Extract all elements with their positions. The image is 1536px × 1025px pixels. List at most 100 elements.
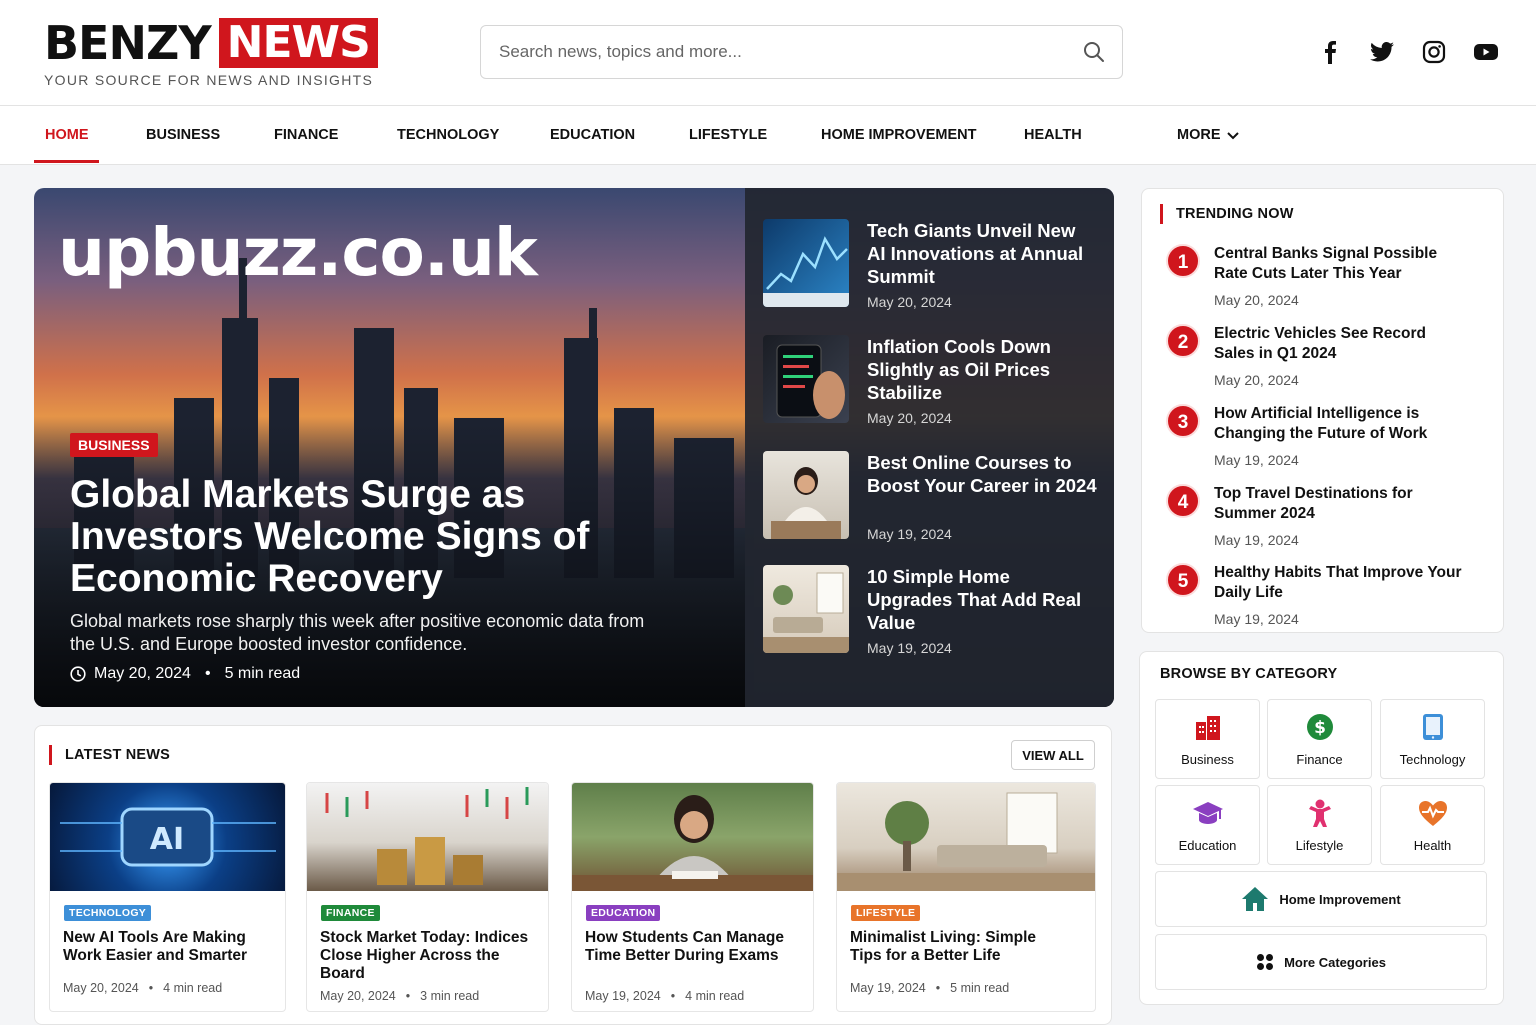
latest-news-title: LATEST NEWS: [65, 747, 171, 763]
stock-chart-image: [763, 236, 849, 307]
trending-item[interactable]: 3 How Artificial Intelligence is Changin…: [1166, 404, 1486, 478]
category-tile-health[interactable]: Health: [1380, 785, 1485, 865]
hero-meta: May 20, 2024 • 5 min read: [70, 665, 300, 683]
side-story-date: May 20, 2024: [867, 294, 952, 310]
trending-item[interactable]: 4 Top Travel Destinations for Summer 202…: [1166, 484, 1486, 558]
person-icon: [1268, 798, 1371, 828]
side-story-date: May 19, 2024: [867, 640, 952, 656]
category-tile-technology[interactable]: Technology: [1380, 699, 1485, 779]
twitter-icon[interactable]: [1368, 34, 1396, 70]
news-card[interactable]: AI TECHNOLOGY New AI Tools Are Making Wo…: [49, 782, 286, 1012]
news-card-tag[interactable]: EDUCATION: [586, 905, 661, 921]
news-card-tag[interactable]: LIFESTYLE: [851, 905, 921, 921]
nav-item-lifestyle[interactable]: LIFESTYLE: [689, 106, 767, 165]
news-card-read-time: 4 min read: [163, 981, 223, 995]
hero-side-list: Tech Giants Unveil New AI Innovations at…: [745, 188, 1114, 707]
trending-item[interactable]: 2 Electric Vehicles See Record Sales in …: [1166, 324, 1486, 398]
trending-rank: 1: [1166, 244, 1200, 278]
coins-chart-image: [325, 787, 529, 885]
side-story-thumbnail: [763, 565, 849, 653]
search-icon[interactable]: [1066, 26, 1122, 78]
news-card-meta: May 19, 2024 • 5 min read: [850, 981, 1009, 995]
more-categories-label: More Categories: [1284, 954, 1386, 970]
side-story[interactable]: 10 Simple Home Upgrades That Add Real Va…: [763, 565, 1103, 661]
nav-item-home-improvement[interactable]: HOME IMPROVEMENT: [821, 106, 976, 165]
search-input[interactable]: [481, 26, 1066, 78]
logo-text-dark: BENZY: [44, 16, 212, 70]
instagram-icon[interactable]: [1420, 34, 1448, 70]
trending-item-title: Top Travel Destinations for Summer 2024: [1214, 485, 1413, 522]
nav-item-finance[interactable]: FINANCE: [274, 106, 338, 165]
hero-headline[interactable]: Global Markets Surge as Investors Welcom…: [70, 474, 630, 600]
trending-item-title: Central Banks Signal Possible Rate Cuts …: [1214, 245, 1438, 282]
category-label: Home Improvement: [1279, 891, 1401, 907]
nav-item-health[interactable]: HEALTH: [1024, 106, 1082, 165]
featured-hero[interactable]: upbuzz.co.uk BUSINESS Global Markets Sur…: [34, 188, 1114, 707]
trending-item[interactable]: 5 Healthy Habits That Improve Your Daily…: [1166, 563, 1486, 637]
student-studying-image: [771, 467, 841, 539]
news-card-meta: May 20, 2024 • 3 min read: [320, 989, 479, 1003]
news-card-date: May 19, 2024: [850, 981, 926, 995]
trending-heading: TRENDING NOW: [1160, 204, 1294, 224]
news-card[interactable]: FINANCE Stock Market Today: Indices Clos…: [306, 782, 549, 1012]
facebook-icon[interactable]: [1316, 34, 1344, 70]
latest-news-heading: LATEST NEWS: [49, 745, 170, 765]
side-story[interactable]: Inflation Cools Down Slightly as Oil Pri…: [763, 335, 1103, 431]
trending-title: TRENDING NOW: [1176, 206, 1294, 222]
trending-item-title: How Artificial Intelligence is Changing …: [1214, 405, 1428, 442]
category-tile-lifestyle[interactable]: Lifestyle: [1267, 785, 1372, 865]
meta-separator: •: [670, 989, 676, 1003]
category-tile-finance[interactable]: $ Finance: [1267, 699, 1372, 779]
side-story-title: Inflation Cools Down Slightly as Oil Pri…: [867, 336, 1051, 403]
news-card-image: AI: [50, 783, 285, 891]
phone-trading-image: [776, 344, 845, 419]
news-card-date: May 20, 2024: [320, 989, 396, 1003]
side-story-title: 10 Simple Home Upgrades That Add Real Va…: [867, 566, 1082, 633]
news-card-title: Minimalist Living: Simple Tips for a Bet…: [850, 929, 1037, 964]
trending-rank: 3: [1166, 404, 1200, 438]
trending-item-title: Healthy Habits That Improve Your Daily L…: [1214, 564, 1462, 601]
student-exam-image: [572, 795, 813, 891]
house-icon: [1242, 887, 1269, 911]
hero-category-badge[interactable]: BUSINESS: [70, 433, 158, 457]
category-tile-education[interactable]: Education: [1155, 785, 1260, 865]
news-card[interactable]: EDUCATION How Students Can Manage Time B…: [571, 782, 814, 1012]
side-story[interactable]: Best Online Courses to Boost Your Career…: [763, 451, 1103, 547]
hero-read-time: 5 min read: [224, 665, 301, 682]
side-story[interactable]: Tech Giants Unveil New AI Innovations at…: [763, 219, 1103, 315]
section-accent-bar: [1160, 204, 1163, 224]
youtube-icon[interactable]: [1472, 34, 1500, 70]
view-all-button[interactable]: VIEW ALL: [1011, 740, 1095, 770]
news-card[interactable]: LIFESTYLE Minimalist Living: Simple Tips…: [836, 782, 1096, 1012]
dollar-icon: $: [1268, 712, 1371, 742]
news-card-read-time: 3 min read: [420, 989, 480, 1003]
nav-item-more[interactable]: MORE: [1177, 106, 1239, 165]
news-card-title: Stock Market Today: Indices Close Higher…: [320, 929, 529, 982]
main-navigation: HOME BUSINESS FINANCE TECHNOLOGY EDUCATI…: [0, 106, 1536, 165]
tablet-icon: [1381, 712, 1484, 742]
chevron-down-icon: [1226, 131, 1239, 139]
logo-text-red: NEWS: [218, 18, 378, 68]
news-card-tag[interactable]: TECHNOLOGY: [64, 905, 152, 921]
nav-item-education[interactable]: EDUCATION: [550, 106, 635, 165]
nav-item-business[interactable]: BUSINESS: [146, 106, 220, 165]
section-accent-bar: [49, 745, 52, 765]
news-card-image: [307, 783, 548, 891]
news-card-meta: May 20, 2024 • 4 min read: [63, 981, 222, 995]
active-nav-indicator: [34, 160, 99, 163]
more-categories-button[interactable]: More Categories: [1155, 934, 1487, 990]
news-card-read-time: 4 min read: [685, 989, 745, 1003]
heart-pulse-icon: [1381, 798, 1484, 828]
nav-item-technology[interactable]: TECHNOLOGY: [397, 106, 499, 165]
trending-item[interactable]: 1 Central Banks Signal Possible Rate Cut…: [1166, 244, 1486, 318]
nav-item-home[interactable]: HOME: [45, 106, 89, 165]
site-logo[interactable]: BENZY NEWS YOUR SOURCE FOR NEWS AND INSI…: [44, 18, 378, 88]
news-card-date: May 20, 2024: [63, 981, 139, 995]
trending-item-date: May 19, 2024: [1214, 611, 1299, 627]
categories-heading: BROWSE BY CATEGORY: [1160, 666, 1338, 682]
meta-separator: •: [405, 989, 411, 1003]
browse-by-category-section: BROWSE BY CATEGORY Business $ Finance Te…: [1139, 651, 1504, 1005]
category-tile-business[interactable]: Business: [1155, 699, 1260, 779]
news-card-tag[interactable]: FINANCE: [321, 905, 380, 921]
category-tile-home-improvement[interactable]: Home Improvement: [1155, 871, 1487, 927]
